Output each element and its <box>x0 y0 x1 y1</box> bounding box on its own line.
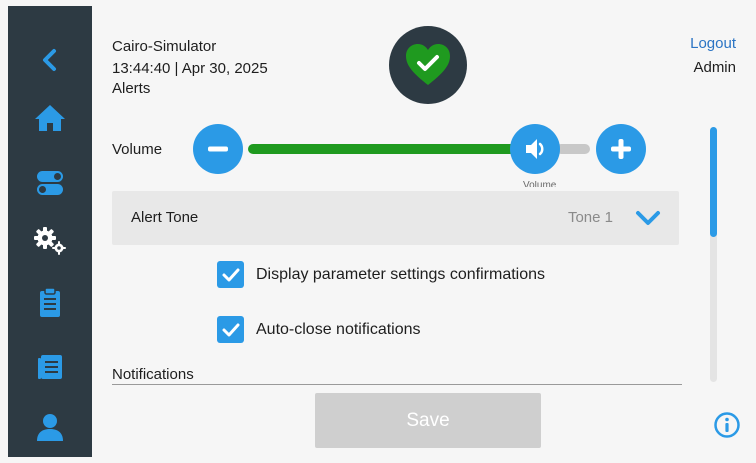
back-button[interactable] <box>8 32 92 88</box>
checkbox-checked[interactable] <box>217 316 244 343</box>
sidebar-item-user[interactable] <box>8 399 92 455</box>
back-chevron-icon <box>43 49 56 71</box>
speaker-icon <box>526 139 544 159</box>
app-window: Cairo-Simulator 13:44:40 | Apr 30, 2025 … <box>0 0 756 463</box>
clipboard-icon <box>40 287 60 317</box>
logbook-icon <box>38 355 62 379</box>
plus-icon <box>611 139 631 159</box>
notifications-section-title: Notifications <box>112 366 194 383</box>
checkmark-icon <box>222 268 239 281</box>
alert-tone-dropdown[interactable]: Alert Tone Tone 1 <box>112 191 679 245</box>
user-icon <box>37 414 63 441</box>
minus-icon <box>208 146 228 152</box>
volume-slider-handle[interactable] <box>510 124 560 174</box>
checkmark-icon <box>222 323 239 336</box>
volume-increase-button[interactable] <box>596 124 646 174</box>
chevron-down-icon <box>636 211 660 225</box>
info-icon[interactable] <box>713 411 741 439</box>
sidebar-item-clipboard[interactable] <box>8 275 92 331</box>
alert-tone-value: Tone 1 <box>567 209 613 226</box>
sidebar-item-home[interactable] <box>8 90 92 146</box>
page-title: Alerts <box>112 80 151 97</box>
alert-tone-label: Alert Tone <box>131 209 199 226</box>
home-icon <box>35 105 65 131</box>
device-name: Cairo-Simulator <box>112 38 217 55</box>
user-role: Admin <box>693 59 736 76</box>
checkbox-auto-close[interactable]: Auto-close notifications <box>217 316 421 343</box>
datetime: 13:44:40 | Apr 30, 2025 <box>112 60 268 77</box>
volume-value-text: Volume <box>523 181 557 187</box>
logout-link[interactable]: Logout <box>690 35 736 52</box>
section-divider <box>112 384 682 385</box>
checkbox-label: Auto-close notifications <box>256 320 421 338</box>
checkbox-label: Display parameter settings confirmations <box>256 265 546 283</box>
volume-label: Volume <box>112 141 163 158</box>
volume-decrease-button[interactable] <box>193 124 243 174</box>
settings-gears-icon <box>34 227 66 255</box>
sidebar-item-logbook[interactable] <box>8 339 92 395</box>
volume-track-empty <box>556 144 590 154</box>
sidebar-item-settings[interactable] <box>8 212 92 268</box>
heart-check-icon <box>406 44 450 85</box>
scrollbar-thumb[interactable] <box>710 127 717 237</box>
checkbox-display-confirmations[interactable]: Display parameter settings confirmations <box>217 261 545 288</box>
scrollbar[interactable] <box>710 127 717 382</box>
save-button[interactable]: Save <box>315 393 541 448</box>
status-indicator <box>389 26 467 104</box>
volume-track-filled <box>248 144 518 154</box>
checkbox-checked[interactable] <box>217 261 244 288</box>
selected-indicator <box>92 234 100 252</box>
sidebar <box>8 6 100 457</box>
toggles-icon <box>37 171 63 195</box>
sidebar-item-toggles[interactable] <box>8 155 92 211</box>
